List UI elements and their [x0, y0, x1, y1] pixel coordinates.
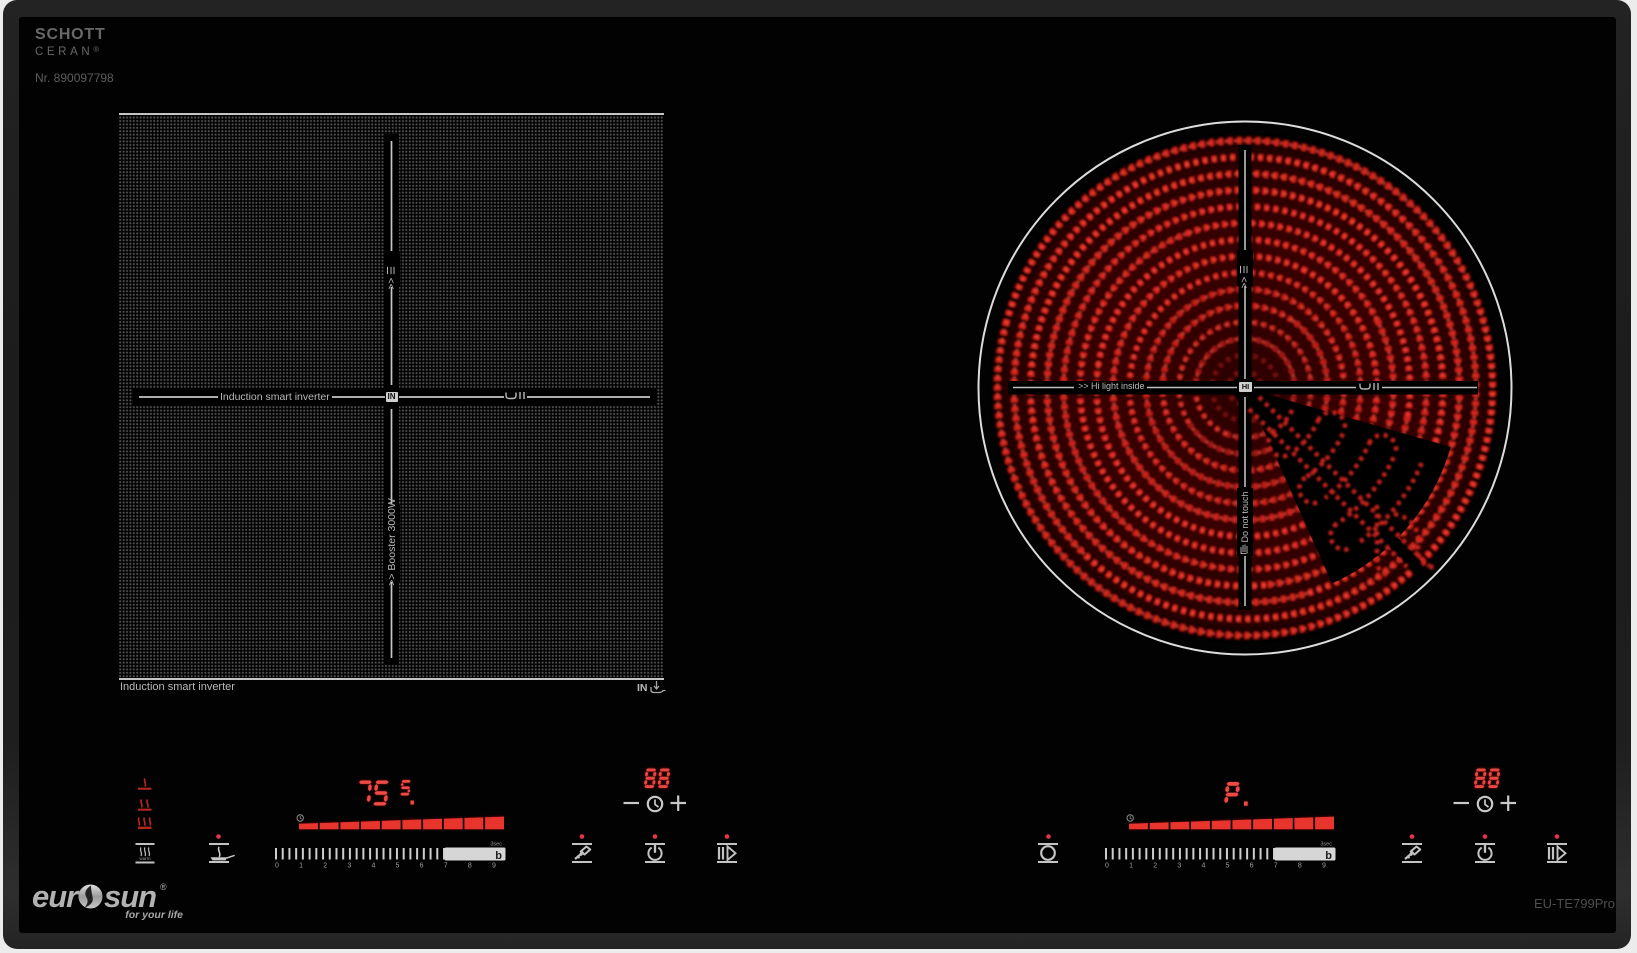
svg-text:warm: warm	[139, 856, 150, 861]
svg-text:eur: eur	[32, 880, 80, 914]
svg-text:for your life: for your life	[125, 909, 183, 921]
svg-text:®: ®	[160, 882, 167, 892]
